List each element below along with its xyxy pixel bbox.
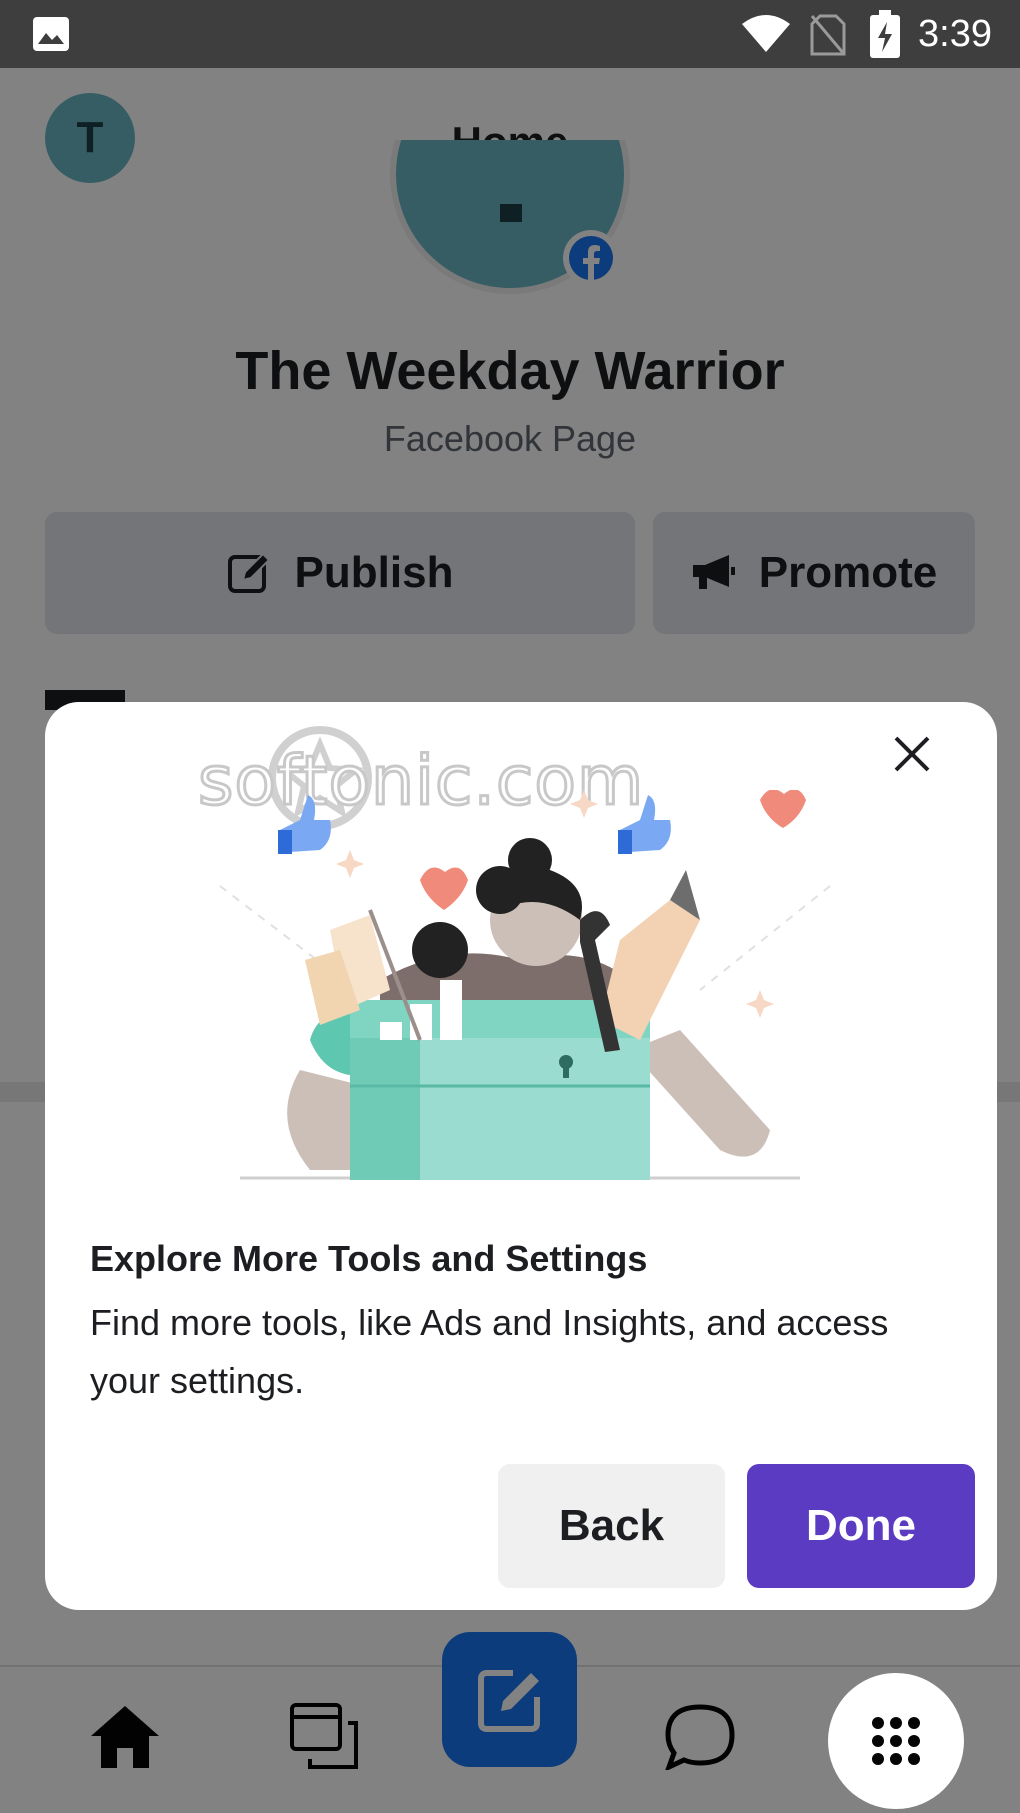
dialog-title: Explore More Tools and Settings <box>90 1238 648 1279</box>
close-dialog-button[interactable] <box>880 722 944 786</box>
wifi-icon <box>742 15 790 52</box>
toolbox-illustration <box>219 790 831 1180</box>
menu-button-highlight[interactable] <box>828 1673 964 1809</box>
back-button[interactable]: Back <box>498 1464 725 1588</box>
dialog-body: Find more tools, like Ads and Insights, … <box>90 1302 889 1401</box>
done-button[interactable]: Done <box>747 1464 975 1588</box>
status-time: 3:39 <box>918 13 992 55</box>
battery-charging-icon <box>870 10 900 58</box>
close-icon <box>894 736 930 772</box>
status-bar: 3:39 <box>0 0 1020 68</box>
no-sim-icon <box>810 14 846 56</box>
screen: 3:39 T Home The Weekday Warrior Facebook… <box>0 0 1020 1813</box>
gallery-icon <box>33 17 69 51</box>
menu-grid-icon <box>872 1717 920 1765</box>
